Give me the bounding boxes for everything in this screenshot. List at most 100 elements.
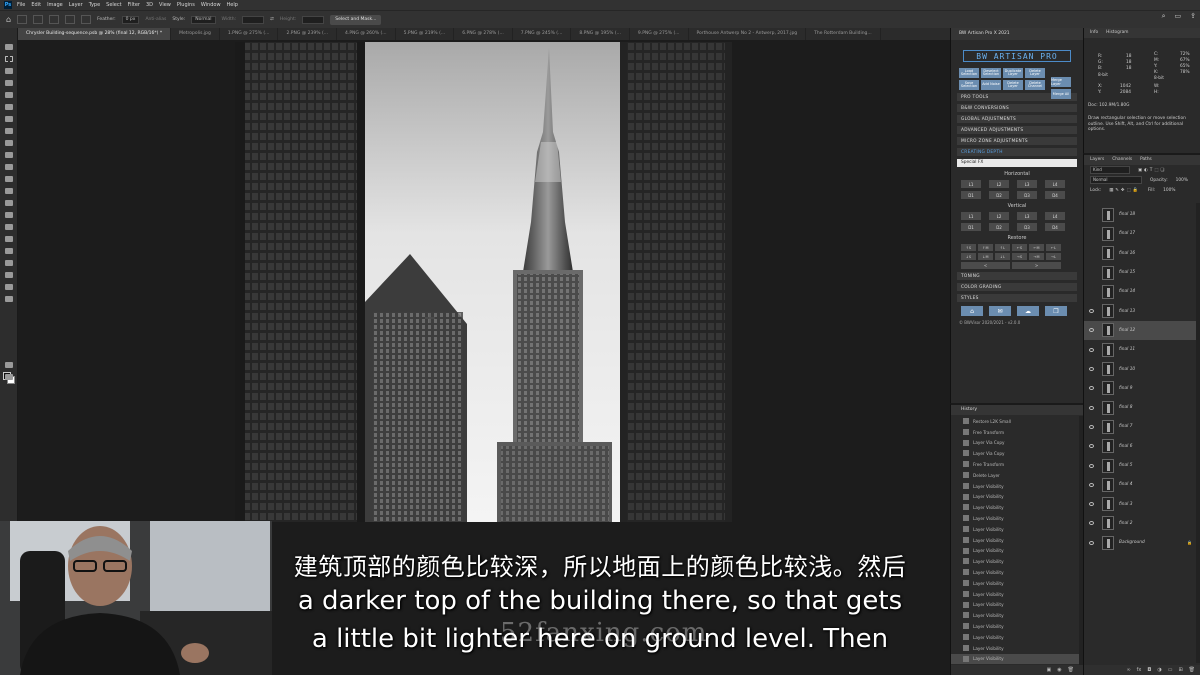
layer-row[interactable]: final 10 <box>1084 359 1196 378</box>
new-layer-icon[interactable]: ⊞ <box>1178 667 1182 673</box>
v-d3-button[interactable]: D3 <box>1017 223 1037 231</box>
antialias-checkbox[interactable]: Anti-alias <box>145 17 166 22</box>
document-canvas-photo[interactable] <box>235 42 732 522</box>
section-styles[interactable]: STYLES <box>957 294 1077 302</box>
load-selection-button[interactable]: Load Selection <box>959 68 979 78</box>
add-selection-icon[interactable] <box>49 15 60 24</box>
history-item[interactable]: Layer Via Copy <box>951 438 1079 449</box>
trash-icon[interactable]: 🗑 <box>1068 667 1074 673</box>
subtract-selection-icon[interactable] <box>65 15 76 24</box>
v-l4-button[interactable]: L4 <box>1045 212 1065 220</box>
tab-histogram[interactable]: Histogram <box>1106 30 1128 36</box>
restore-down-l[interactable]: ↓L <box>995 253 1010 260</box>
tab-porthouse-antwerp[interactable]: Porthouse Antwerp No 2 - Antwerp, 2017.j… <box>689 28 807 40</box>
layer-row[interactable]: final 5 <box>1084 456 1196 475</box>
v-l1-button[interactable]: L1 <box>961 212 981 220</box>
menu-layer[interactable]: Layer <box>69 2 83 8</box>
layer-row[interactable]: final 8 <box>1084 398 1196 417</box>
search-icon[interactable]: ⌕ <box>1162 12 1166 21</box>
add-mask-icon[interactable]: ◘ <box>1147 667 1151 673</box>
workspace-icon[interactable]: ▭ <box>1175 12 1182 21</box>
quick-mask-icon[interactable] <box>5 362 13 368</box>
menu-file[interactable]: File <box>17 2 25 8</box>
deselect-selection-button[interactable]: Deselect Selection <box>981 68 1001 78</box>
restore-up-s[interactable]: ↑S <box>961 244 976 251</box>
shape-tool-icon[interactable] <box>5 260 13 266</box>
history-item[interactable]: Layer Visibility <box>951 524 1079 535</box>
history-item[interactable]: Free Transform <box>951 427 1079 438</box>
section-creating-depth[interactable]: CREATING DEPTH <box>957 148 1077 156</box>
adjustment-layer-icon[interactable]: ◑ <box>1157 667 1161 673</box>
layer-row[interactable]: final 12 <box>1084 320 1196 341</box>
v-d2-button[interactable]: D2 <box>989 223 1009 231</box>
share-icon[interactable]: ⇪ <box>1190 12 1196 21</box>
layer-row[interactable]: final 3 <box>1084 495 1196 514</box>
section-micro-zone-adjustments[interactable]: MICRO ZONE ADJUSTMENTS <box>957 137 1077 145</box>
layer-style-icon[interactable]: fx <box>1137 667 1142 673</box>
layer-row[interactable]: final 4 <box>1084 475 1196 494</box>
history-item[interactable]: Layer Via Copy <box>951 448 1079 459</box>
eye-icon[interactable] <box>1089 232 1094 236</box>
camera-icon[interactable]: ◉ <box>1057 667 1061 673</box>
tab-1-png[interactable]: 1.PNG @ 275% (... <box>220 28 279 40</box>
mail-icon-button[interactable]: ✉ <box>989 306 1011 316</box>
add-noise-button[interactable]: Add Noise <box>981 80 1001 90</box>
delete-layer-button[interactable]: Delete Layer <box>1025 68 1045 78</box>
cloud-icon-button[interactable]: ☁ <box>1017 306 1039 316</box>
layer-row[interactable]: final 17 <box>1084 224 1196 243</box>
history-item[interactable]: Layer Visibility <box>951 481 1079 492</box>
h-l2-button[interactable]: L2 <box>989 180 1009 188</box>
eye-icon[interactable] <box>1089 444 1094 449</box>
tab-7-png[interactable]: 7.PNG @ 245% (... <box>513 28 572 40</box>
h-d4-button[interactable]: D4 <box>1045 191 1065 199</box>
filter-icons[interactable]: ▣◐T⬚❏ <box>1138 168 1166 173</box>
blend-mode-select[interactable]: Normal <box>1090 176 1142 184</box>
tab-chrysler-building[interactable]: Chrysler Building-sequence.psb @ 28% (fi… <box>18 28 172 40</box>
tab-channels[interactable]: Channels <box>1112 157 1132 163</box>
section-toning[interactable]: TONING <box>957 272 1077 280</box>
section-advanced-adjustments[interactable]: ADVANCED ADJUSTMENTS <box>957 126 1077 134</box>
layer-row[interactable]: final 14 <box>1084 282 1196 301</box>
layer-row[interactable]: final 16 <box>1084 244 1196 263</box>
eye-icon[interactable] <box>1089 540 1094 545</box>
v-d4-button[interactable]: D4 <box>1045 223 1065 231</box>
menu-plugins[interactable]: Plugins <box>177 2 195 8</box>
eye-icon[interactable] <box>1089 386 1094 391</box>
section-color-grading[interactable]: COLOR GRADING <box>957 283 1077 291</box>
delete-layer-button-2[interactable]: Delete Layer <box>1003 80 1023 90</box>
layer-row[interactable]: final 13 <box>1084 302 1196 321</box>
history-item[interactable]: Layer Visibility <box>951 513 1079 524</box>
h-l4-button[interactable]: L4 <box>1045 180 1065 188</box>
restore-left-s[interactable]: ←S <box>1012 244 1027 251</box>
eye-icon[interactable] <box>1089 521 1094 526</box>
fill-value[interactable]: 100% <box>1163 188 1175 193</box>
h-d1-button[interactable]: D1 <box>961 191 981 199</box>
layer-row[interactable]: final 7 <box>1084 417 1196 436</box>
home-icon[interactable]: ⌂ <box>6 15 11 24</box>
tab-4-png[interactable]: 4.PNG @ 260% (... <box>337 28 396 40</box>
type-tool-icon[interactable] <box>5 236 13 242</box>
style-select[interactable]: Normal <box>191 15 216 24</box>
menu-filter[interactable]: Filter <box>128 2 140 8</box>
special-fx-dropdown[interactable]: Special FX <box>957 159 1077 167</box>
menu-image[interactable]: Image <box>47 2 63 8</box>
restore-up-l[interactable]: ↑L <box>995 244 1010 251</box>
section-bw-conversions[interactable]: B&W CONVERSIONS <box>957 104 1077 112</box>
tab-5-png[interactable]: 5.PNG @ 219% (... <box>396 28 455 40</box>
menu-edit[interactable]: Edit <box>31 2 41 8</box>
menu-select[interactable]: Select <box>106 2 121 8</box>
restore-left-l[interactable]: ←L <box>1046 244 1061 251</box>
menu-type[interactable]: Type <box>89 2 100 8</box>
eye-icon[interactable] <box>1089 290 1094 294</box>
tab-layers[interactable]: Layers <box>1090 157 1104 163</box>
restore-down-m[interactable]: ↓M <box>978 253 993 260</box>
layers-scrollbar[interactable] <box>1196 203 1200 663</box>
history-item[interactable]: Layer Visibility <box>951 535 1079 546</box>
v-l3-button[interactable]: L3 <box>1017 212 1037 220</box>
tab-9-png[interactable]: 9.PNG @ 275% (... <box>630 28 689 40</box>
eye-icon[interactable] <box>1089 424 1094 429</box>
layer-row[interactable]: final 6 <box>1084 437 1196 456</box>
h-l1-button[interactable]: L1 <box>961 180 981 188</box>
layer-row[interactable]: final 15 <box>1084 263 1196 282</box>
history-brush-tool-icon[interactable] <box>5 164 13 170</box>
